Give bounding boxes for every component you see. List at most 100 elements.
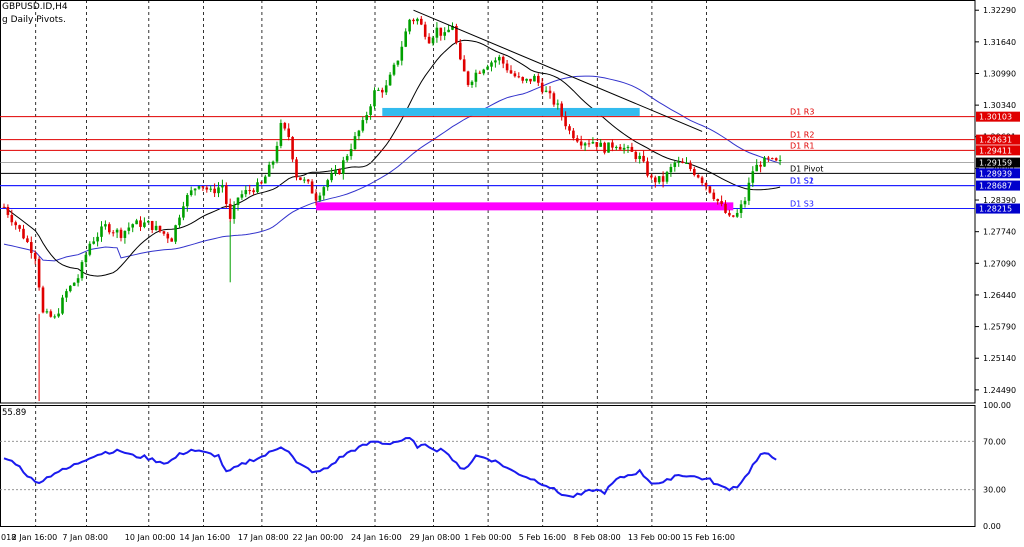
- symbol-label: GBPUSD.ID,H4: [2, 2, 68, 12]
- rsi-line: [3, 436, 777, 499]
- candle-body: [739, 204, 743, 213]
- candle-body: [334, 169, 337, 174]
- candle-body: [552, 93, 556, 105]
- candle-body: [564, 115, 567, 127]
- candle-body: [349, 148, 353, 157]
- candle-body: [420, 18, 423, 25]
- candle-body: [774, 158, 778, 161]
- candle-body: [529, 78, 532, 82]
- x-tick-label: 29 Jan 08:00: [410, 533, 461, 542]
- current-price-tag-label: 1.29159: [979, 159, 1012, 168]
- candle-body: [533, 75, 536, 82]
- candle-body: [696, 175, 700, 178]
- candle-body: [392, 64, 396, 75]
- candle-body: [361, 120, 365, 131]
- candle-body: [80, 262, 84, 279]
- candle-body: [299, 177, 302, 180]
- candle-body: [174, 225, 177, 242]
- candle-body: [700, 177, 704, 183]
- candle-body: [384, 85, 388, 93]
- x-tick-label: 14 Jan 16:00: [179, 533, 230, 542]
- candle-body: [279, 122, 283, 146]
- candle-body: [369, 106, 372, 116]
- candle-body: [275, 145, 279, 162]
- rsi-value-label: 55.89: [2, 408, 27, 418]
- candle-body: [57, 313, 60, 317]
- candle-body: [314, 193, 318, 201]
- candle-body: [345, 156, 349, 161]
- candle-body: [96, 236, 99, 242]
- candle-body: [306, 179, 310, 182]
- candle-body: [205, 187, 209, 190]
- candle-body: [560, 103, 563, 116]
- candle-body: [49, 311, 53, 317]
- candle-body: [537, 75, 540, 83]
- candle-body: [595, 142, 599, 147]
- candle-body: [295, 159, 298, 178]
- candle-body: [735, 212, 739, 217]
- candle-body: [217, 187, 220, 194]
- x-tick-label: 2 Jan 16:00: [12, 533, 58, 542]
- candle-body: [728, 212, 731, 216]
- candle-body: [260, 182, 263, 184]
- candle-body: [318, 195, 322, 201]
- candle-body: [548, 90, 552, 94]
- candle-body: [677, 161, 680, 163]
- candle-body: [576, 138, 579, 142]
- y-tick-label: 1.27740: [983, 228, 1016, 237]
- candle-body: [119, 229, 123, 238]
- candle-body: [373, 90, 376, 107]
- candle-body: [587, 143, 591, 145]
- x-tick-label: 1 Feb 00:00: [464, 533, 511, 542]
- candle-body: [377, 89, 380, 91]
- candle-body: [400, 46, 404, 61]
- candle-body: [381, 89, 384, 93]
- x-tick-label: 15 Feb 16:00: [683, 533, 735, 542]
- candle-body: [14, 222, 17, 226]
- candle-body: [330, 173, 333, 181]
- candle-body: [213, 188, 216, 194]
- candle-body: [271, 161, 275, 165]
- candle-body: [755, 164, 758, 172]
- y-tick-label: 1.30990: [983, 69, 1016, 78]
- candle-body: [357, 130, 361, 137]
- y-tick-label: 1.27090: [983, 259, 1016, 268]
- candle-body: [763, 157, 766, 167]
- candle-body: [716, 199, 719, 202]
- candle-body: [704, 182, 708, 187]
- y-tick-label: 1.25140: [983, 354, 1016, 363]
- x-tick-label: 13 Feb 00:00: [628, 533, 680, 542]
- candle-body: [72, 282, 76, 286]
- candle-body: [591, 142, 595, 144]
- candle-body: [611, 142, 614, 148]
- candle-body: [30, 242, 33, 253]
- price-chart[interactable]: 0182 Jan 16:00 7 Jan 08:00 10 Jan 00:00 14 …: [0, 0, 1024, 547]
- candle-body: [209, 188, 212, 190]
- candle-body: [513, 73, 517, 77]
- candle-body: [283, 122, 287, 129]
- candle-body: [178, 217, 181, 226]
- price-tag-label: 1.29411: [979, 146, 1012, 155]
- candle-body: [41, 287, 45, 313]
- candle-body: [439, 27, 443, 36]
- x-tick-label: 5 Feb 16:00: [519, 533, 566, 542]
- candle-body: [248, 190, 251, 192]
- candle-body: [412, 19, 415, 22]
- candle-body: [685, 162, 688, 164]
- rsi-axis-label: 30.00: [983, 486, 1006, 495]
- candle-body: [197, 186, 201, 189]
- candle-body: [771, 158, 774, 160]
- candle-body: [236, 197, 240, 205]
- candle-body: [158, 225, 162, 232]
- candle-body: [232, 204, 236, 219]
- candle-body: [603, 142, 606, 153]
- candle-body: [517, 76, 521, 78]
- candle-body: [482, 69, 485, 74]
- candle-body: [287, 128, 290, 138]
- candle-body: [264, 176, 267, 184]
- candle-body: [154, 225, 158, 230]
- candle-body: [673, 162, 677, 167]
- candle-body: [626, 146, 630, 148]
- candle-body: [544, 90, 548, 92]
- y-tick-label: 1.31640: [983, 38, 1016, 47]
